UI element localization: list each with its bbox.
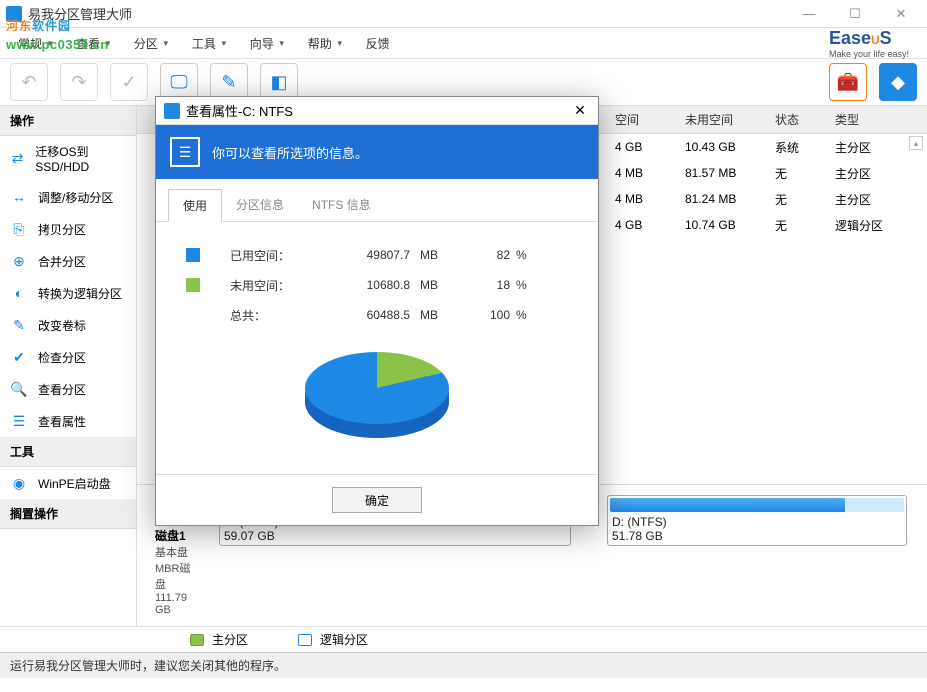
dialog-tabs: 使用 分区信息 NTFS 信息 — [156, 189, 598, 222]
properties-dialog: 查看属性-C: NTFS ✕ ☰ 你可以查看所选项的信息。 使用 分区信息 NT… — [155, 96, 599, 526]
dialog-close-button[interactable]: ✕ — [570, 102, 590, 119]
modal-overlay: 查看属性-C: NTFS ✕ ☰ 你可以查看所选项的信息。 使用 分区信息 NT… — [0, 0, 927, 692]
dialog-hero: ☰ 你可以查看所选项的信息。 — [156, 125, 598, 179]
used-swatch — [186, 248, 200, 262]
dialog-hero-text: 你可以查看所选项的信息。 — [212, 143, 368, 162]
row-used: 已用空间： 49807.7 MB 82 % — [186, 240, 568, 270]
ok-button[interactable]: 确定 — [332, 487, 422, 513]
pie-chart — [186, 340, 568, 450]
free-swatch — [186, 278, 200, 292]
row-free: 未用空间： 10680.8 MB 18 % — [186, 270, 568, 300]
row-total: 总共： 60488.5 MB 100 % — [186, 300, 568, 330]
tab-partition-info[interactable]: 分区信息 — [222, 189, 298, 221]
tab-ntfs-info[interactable]: NTFS 信息 — [298, 189, 385, 221]
dialog-title: 查看属性-C: NTFS — [186, 101, 570, 120]
tab-usage[interactable]: 使用 — [168, 189, 222, 222]
info-icon: ☰ — [170, 137, 200, 167]
dialog-icon — [164, 103, 180, 119]
